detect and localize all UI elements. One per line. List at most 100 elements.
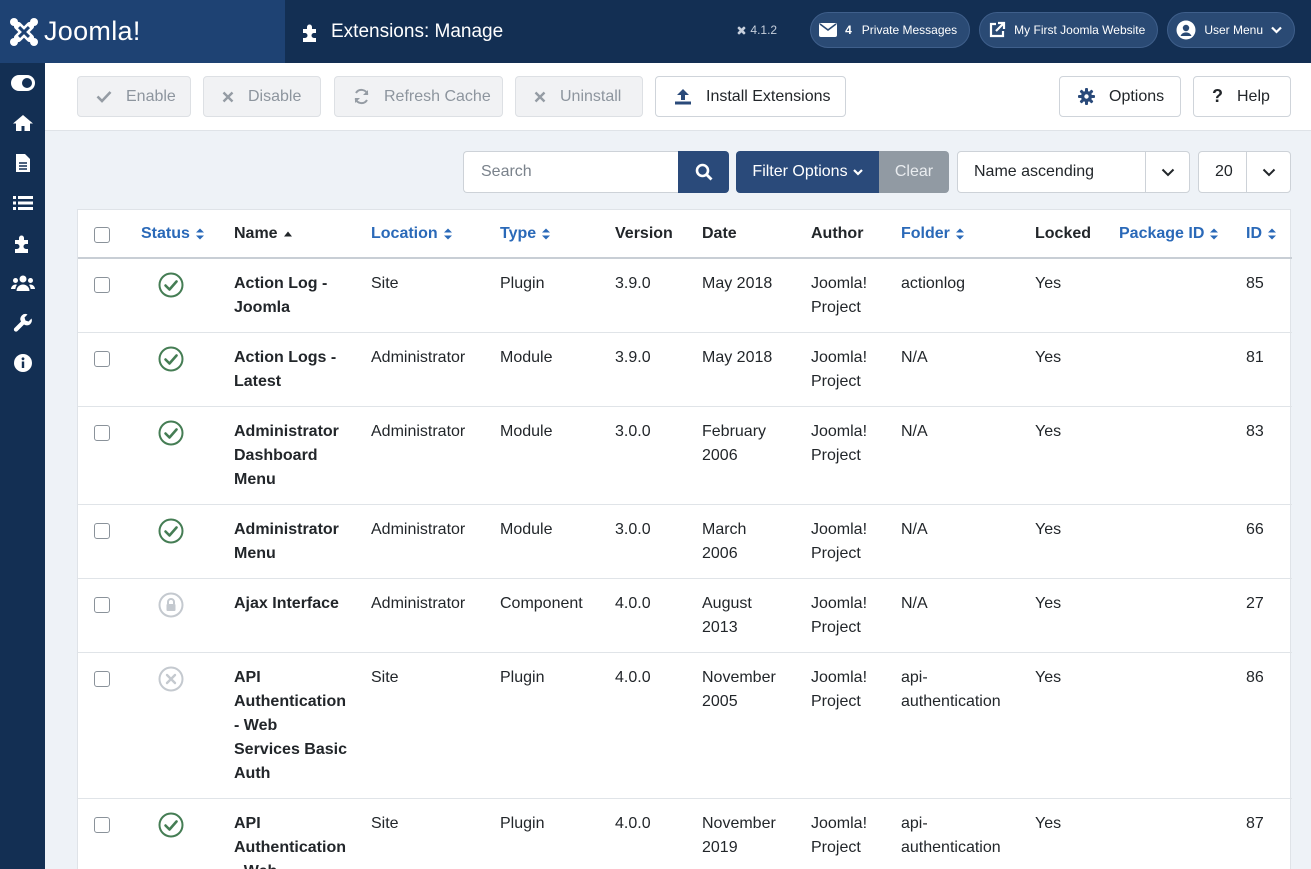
row-author-line: Joomla!: [811, 423, 868, 440]
user-menu-button[interactable]: User Menu: [1167, 12, 1295, 48]
row-author-line: Joomla!: [811, 815, 868, 832]
sidebar: [0, 63, 45, 869]
row-name-line: Administrator: [234, 423, 339, 440]
select-all-checkbox[interactable]: [94, 227, 110, 243]
row-id: 87: [1246, 815, 1264, 832]
gear-icon: [1078, 88, 1095, 105]
disable-label: Disable: [248, 87, 302, 105]
sidebar-toggle[interactable]: [0, 63, 45, 103]
row-checkbox[interactable]: [94, 277, 110, 293]
column-id[interactable]: ID: [1246, 225, 1277, 243]
column-package-id-label: Package ID: [1119, 225, 1205, 242]
column-type-label: Type: [500, 225, 537, 242]
private-messages-button[interactable]: 4 Private Messages: [810, 12, 971, 48]
sidebar-item-users[interactable]: [0, 263, 45, 303]
check-circle-icon[interactable]: [158, 420, 184, 446]
check-circle-icon[interactable]: [158, 346, 184, 372]
version-text: 4.1.2: [750, 23, 778, 37]
row-author: Joomla! Project: [811, 346, 867, 394]
sidebar-item-home[interactable]: [0, 103, 45, 143]
messages-label: Private Messages: [861, 23, 958, 37]
column-name[interactable]: Name: [234, 225, 293, 243]
sort-select[interactable]: Name ascending: [957, 151, 1190, 193]
help-label: Help: [1237, 87, 1270, 105]
check-circle-icon[interactable]: [158, 518, 184, 544]
row-checkbox[interactable]: [94, 817, 110, 833]
refresh-cache-button[interactable]: Refresh Cache: [334, 76, 503, 117]
sidebar-item-menus[interactable]: [0, 183, 45, 223]
sidebar-item-system[interactable]: [0, 303, 45, 343]
row-location: Administrator: [371, 521, 466, 538]
site-link-button[interactable]: My First Joomla Website: [979, 12, 1159, 48]
column-location[interactable]: Location: [371, 225, 453, 243]
row-name-line: API: [234, 815, 261, 832]
row-date-line: 2019: [702, 839, 738, 856]
filter-options-button[interactable]: Filter Options: [736, 151, 879, 193]
row-name[interactable]: Action Log - Joomla: [234, 272, 327, 320]
column-date: Date: [702, 225, 737, 242]
table-row: API Authentication - Web Services Basic Auth…: [78, 653, 1292, 799]
disable-button[interactable]: Disable: [203, 76, 321, 117]
check-circle-icon[interactable]: [158, 272, 184, 298]
row-checkbox[interactable]: [94, 671, 110, 687]
sidebar-item-help[interactable]: [0, 343, 45, 383]
times-icon: [534, 91, 546, 102]
column-package-id[interactable]: Package ID: [1119, 225, 1219, 243]
sidebar-item-extensions[interactable]: [0, 223, 45, 263]
row-name[interactable]: Administrator Dashboard Menu: [234, 420, 339, 492]
row-author: Joomla! Project: [811, 592, 867, 640]
times-icon: [222, 91, 234, 102]
limit-select[interactable]: 20: [1198, 151, 1291, 193]
row-checkbox[interactable]: [94, 523, 110, 539]
help-button[interactable]: ? Help: [1193, 76, 1291, 117]
column-status[interactable]: Status: [141, 225, 205, 243]
row-author-line: Project: [811, 373, 861, 390]
enable-button[interactable]: Enable: [77, 76, 191, 117]
sort-icon: [443, 228, 452, 240]
row-checkbox[interactable]: [94, 597, 110, 613]
row-locked: Yes: [1035, 521, 1062, 538]
logo[interactable]: Joomla!: [0, 0, 285, 63]
row-date-line: May 2018: [702, 349, 773, 366]
row-name[interactable]: Ajax Interface: [234, 592, 339, 616]
row-id: 27: [1246, 595, 1264, 612]
row-type: Module: [500, 521, 553, 538]
site-label: My First Joomla Website: [1014, 23, 1146, 37]
column-locked: Locked: [1035, 225, 1092, 242]
row-author-line: Project: [811, 693, 861, 710]
column-type[interactable]: Type: [500, 225, 551, 243]
uninstall-button[interactable]: Uninstall: [515, 76, 643, 117]
times-circle-icon[interactable]: [158, 666, 184, 692]
row-version: 3.9.0: [615, 349, 651, 366]
search-button[interactable]: [678, 151, 729, 193]
row-folder: api-authentication: [901, 812, 1001, 860]
row-name[interactable]: API Authentication - Web Services Basic Auth: [234, 666, 347, 786]
row-locked: Yes: [1035, 669, 1062, 686]
row-locked: Yes: [1035, 815, 1062, 832]
row-date: February 2006: [702, 420, 766, 468]
row-date-line: 2006: [702, 545, 738, 562]
sidebar-item-content[interactable]: [0, 143, 45, 183]
clear-button[interactable]: Clear: [879, 151, 949, 193]
search-input[interactable]: [463, 151, 679, 193]
row-name-line: Ajax Interface: [234, 595, 339, 612]
options-button[interactable]: Options: [1059, 76, 1181, 117]
row-checkbox[interactable]: [94, 351, 110, 367]
extensions-table: Status Name Location Type Version Date A…: [77, 209, 1292, 869]
row-folder-line: authentication: [901, 839, 1001, 856]
check-circle-icon[interactable]: [158, 812, 184, 838]
row-location: Site: [371, 275, 399, 292]
question-icon: ?: [1212, 86, 1223, 106]
table-row: Ajax Interface Administrator Component 4.0.…: [78, 579, 1292, 653]
table-row: Administrator Dashboard Menu Administrator M…: [78, 407, 1292, 505]
install-extensions-button[interactable]: Install Extensions: [655, 76, 846, 117]
row-name[interactable]: API Authentication - Web: [234, 812, 346, 869]
row-name-line: Joomla: [234, 299, 291, 316]
table-row: Action Log - Joomla Site Plugin 3.9.0 May 201…: [78, 259, 1292, 333]
column-folder[interactable]: Folder: [901, 225, 965, 243]
row-checkbox[interactable]: [94, 425, 110, 441]
row-name[interactable]: Action Logs - Latest: [234, 346, 336, 394]
column-author: Author: [811, 225, 864, 242]
sort-up-icon: [283, 231, 292, 237]
row-name[interactable]: Administrator Menu: [234, 518, 339, 566]
